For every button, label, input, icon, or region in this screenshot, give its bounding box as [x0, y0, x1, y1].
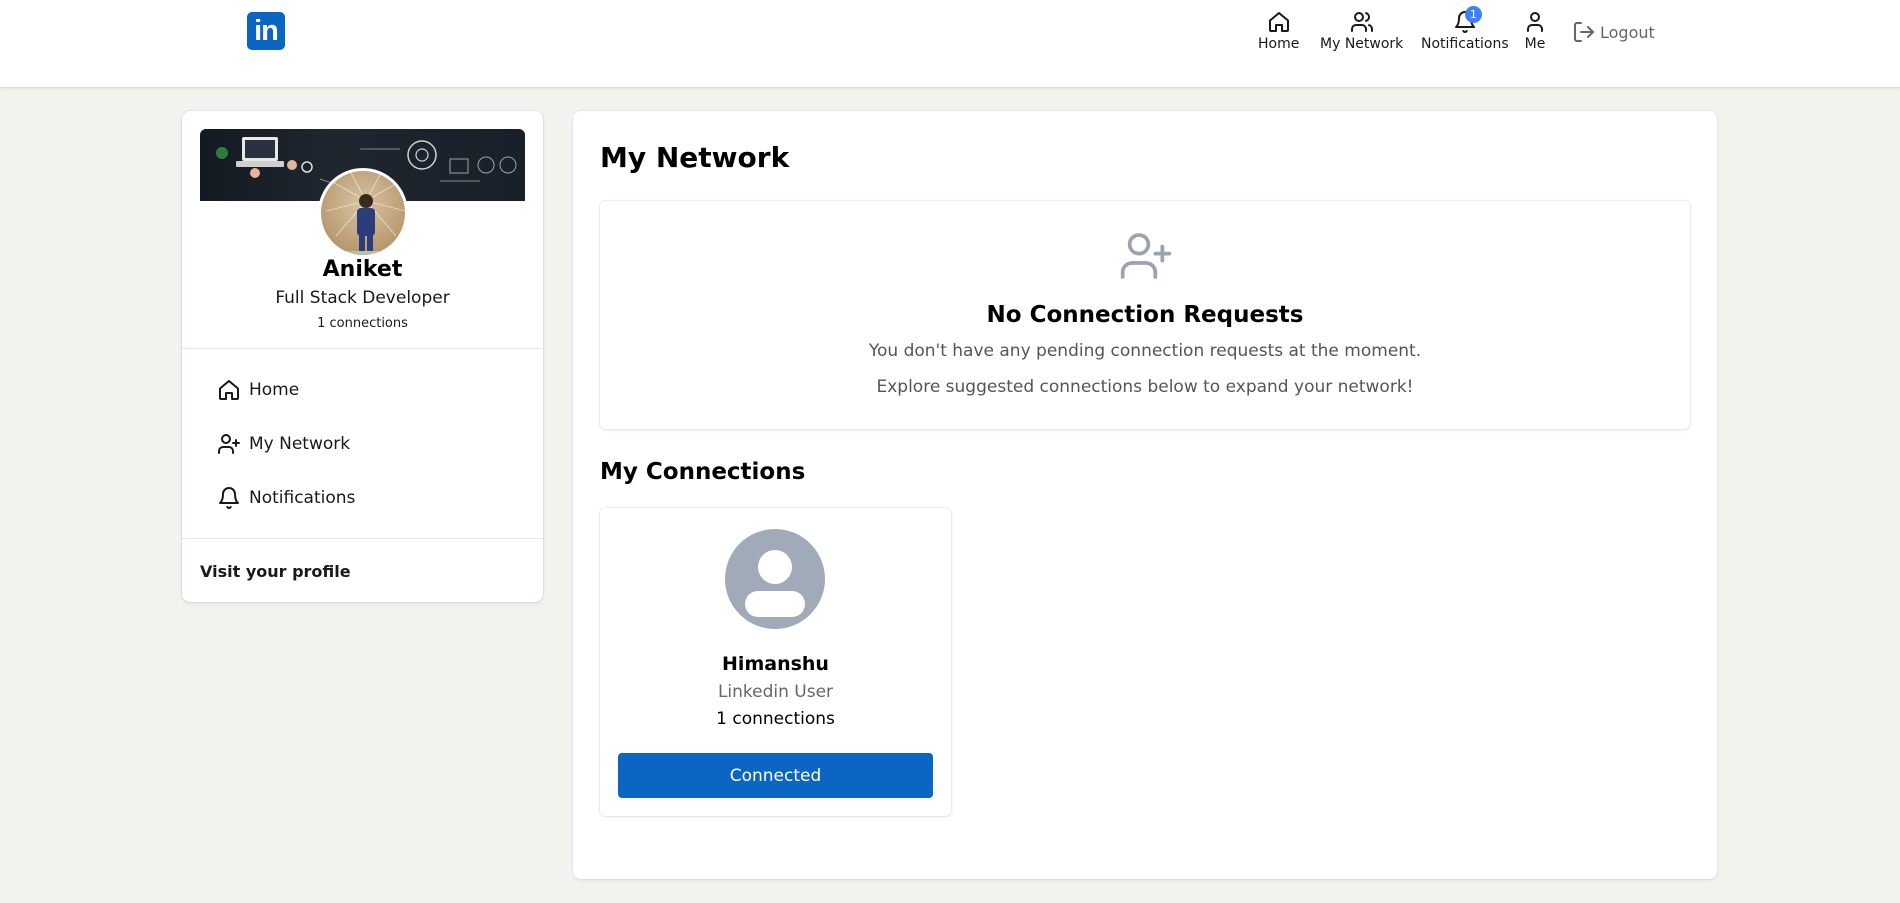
empty-state-hint: Explore suggested connections below to e…	[876, 377, 1414, 397]
nav-my-network[interactable]: My Network	[1320, 10, 1403, 54]
avatar-placeholder-icon[interactable]	[725, 529, 825, 629]
connection-count: 1 connections	[716, 709, 835, 729]
connection-role: Linkedin User	[717, 682, 834, 702]
logout-icon	[1574, 22, 1594, 42]
connection-card: Himanshu Linkedin User 1 connections Con…	[600, 508, 951, 816]
profile-name[interactable]: Aniket	[182, 257, 543, 282]
nav-notifications[interactable]: 1 Notifications	[1421, 6, 1509, 54]
empty-state-message: You don't have any pending connection re…	[868, 341, 1422, 361]
nav-me-label: Me	[1524, 36, 1546, 52]
nav-home[interactable]: Home	[1258, 10, 1299, 54]
sidebar-item-notifications[interactable]: Notifications	[217, 483, 355, 513]
connected-button[interactable]: Connected	[618, 753, 933, 798]
sidebar-item-label: My Network	[249, 434, 351, 454]
user-plus-icon	[1120, 233, 1172, 279]
visit-profile-link[interactable]: Visit your profile	[200, 562, 351, 581]
page-title: My Network	[600, 141, 790, 174]
divider	[182, 538, 543, 539]
connection-name[interactable]: Himanshu	[600, 653, 951, 675]
profile-connection-count: 1 connections	[317, 316, 408, 331]
main-content: My Network No Connection Requests You do…	[573, 111, 1717, 879]
nav-home-label: Home	[1258, 36, 1300, 52]
bell-icon	[219, 487, 239, 509]
logout-label: Logout	[1600, 22, 1655, 42]
linkedin-logo[interactable]: in	[247, 12, 285, 50]
sidebar-item-my-network[interactable]: My Network	[217, 429, 350, 459]
logout-button[interactable]: Logout	[1572, 19, 1655, 45]
profile-card: Aniket Full Stack Developer 1 connection…	[182, 111, 543, 602]
profile-headline: Full Stack Developer	[275, 288, 450, 308]
notification-badge: 1	[1464, 6, 1482, 23]
empty-state-title: No Connection Requests	[986, 302, 1304, 328]
user-plus-icon	[218, 434, 240, 454]
nav-my-network-label: My Network	[1320, 36, 1404, 52]
user-icon	[1527, 12, 1543, 32]
nav-notifications-label: Notifications	[1421, 36, 1509, 52]
section-title-connections: My Connections	[600, 459, 806, 485]
users-icon	[1350, 12, 1373, 32]
home-icon	[219, 380, 239, 400]
divider	[182, 348, 543, 349]
sidebar-item-label: Notifications	[249, 488, 356, 508]
empty-requests-panel: No Connection Requests You don't have an…	[600, 201, 1690, 429]
sidebar-item-label: Home	[249, 380, 300, 400]
nav-me[interactable]: Me	[1523, 10, 1547, 54]
top-navbar: in Home My Network 1 Notifications Me Lo…	[0, 0, 1900, 88]
home-icon	[1268, 12, 1289, 32]
sidebar-item-home[interactable]: Home	[217, 375, 299, 405]
profile-avatar[interactable]	[318, 168, 408, 258]
